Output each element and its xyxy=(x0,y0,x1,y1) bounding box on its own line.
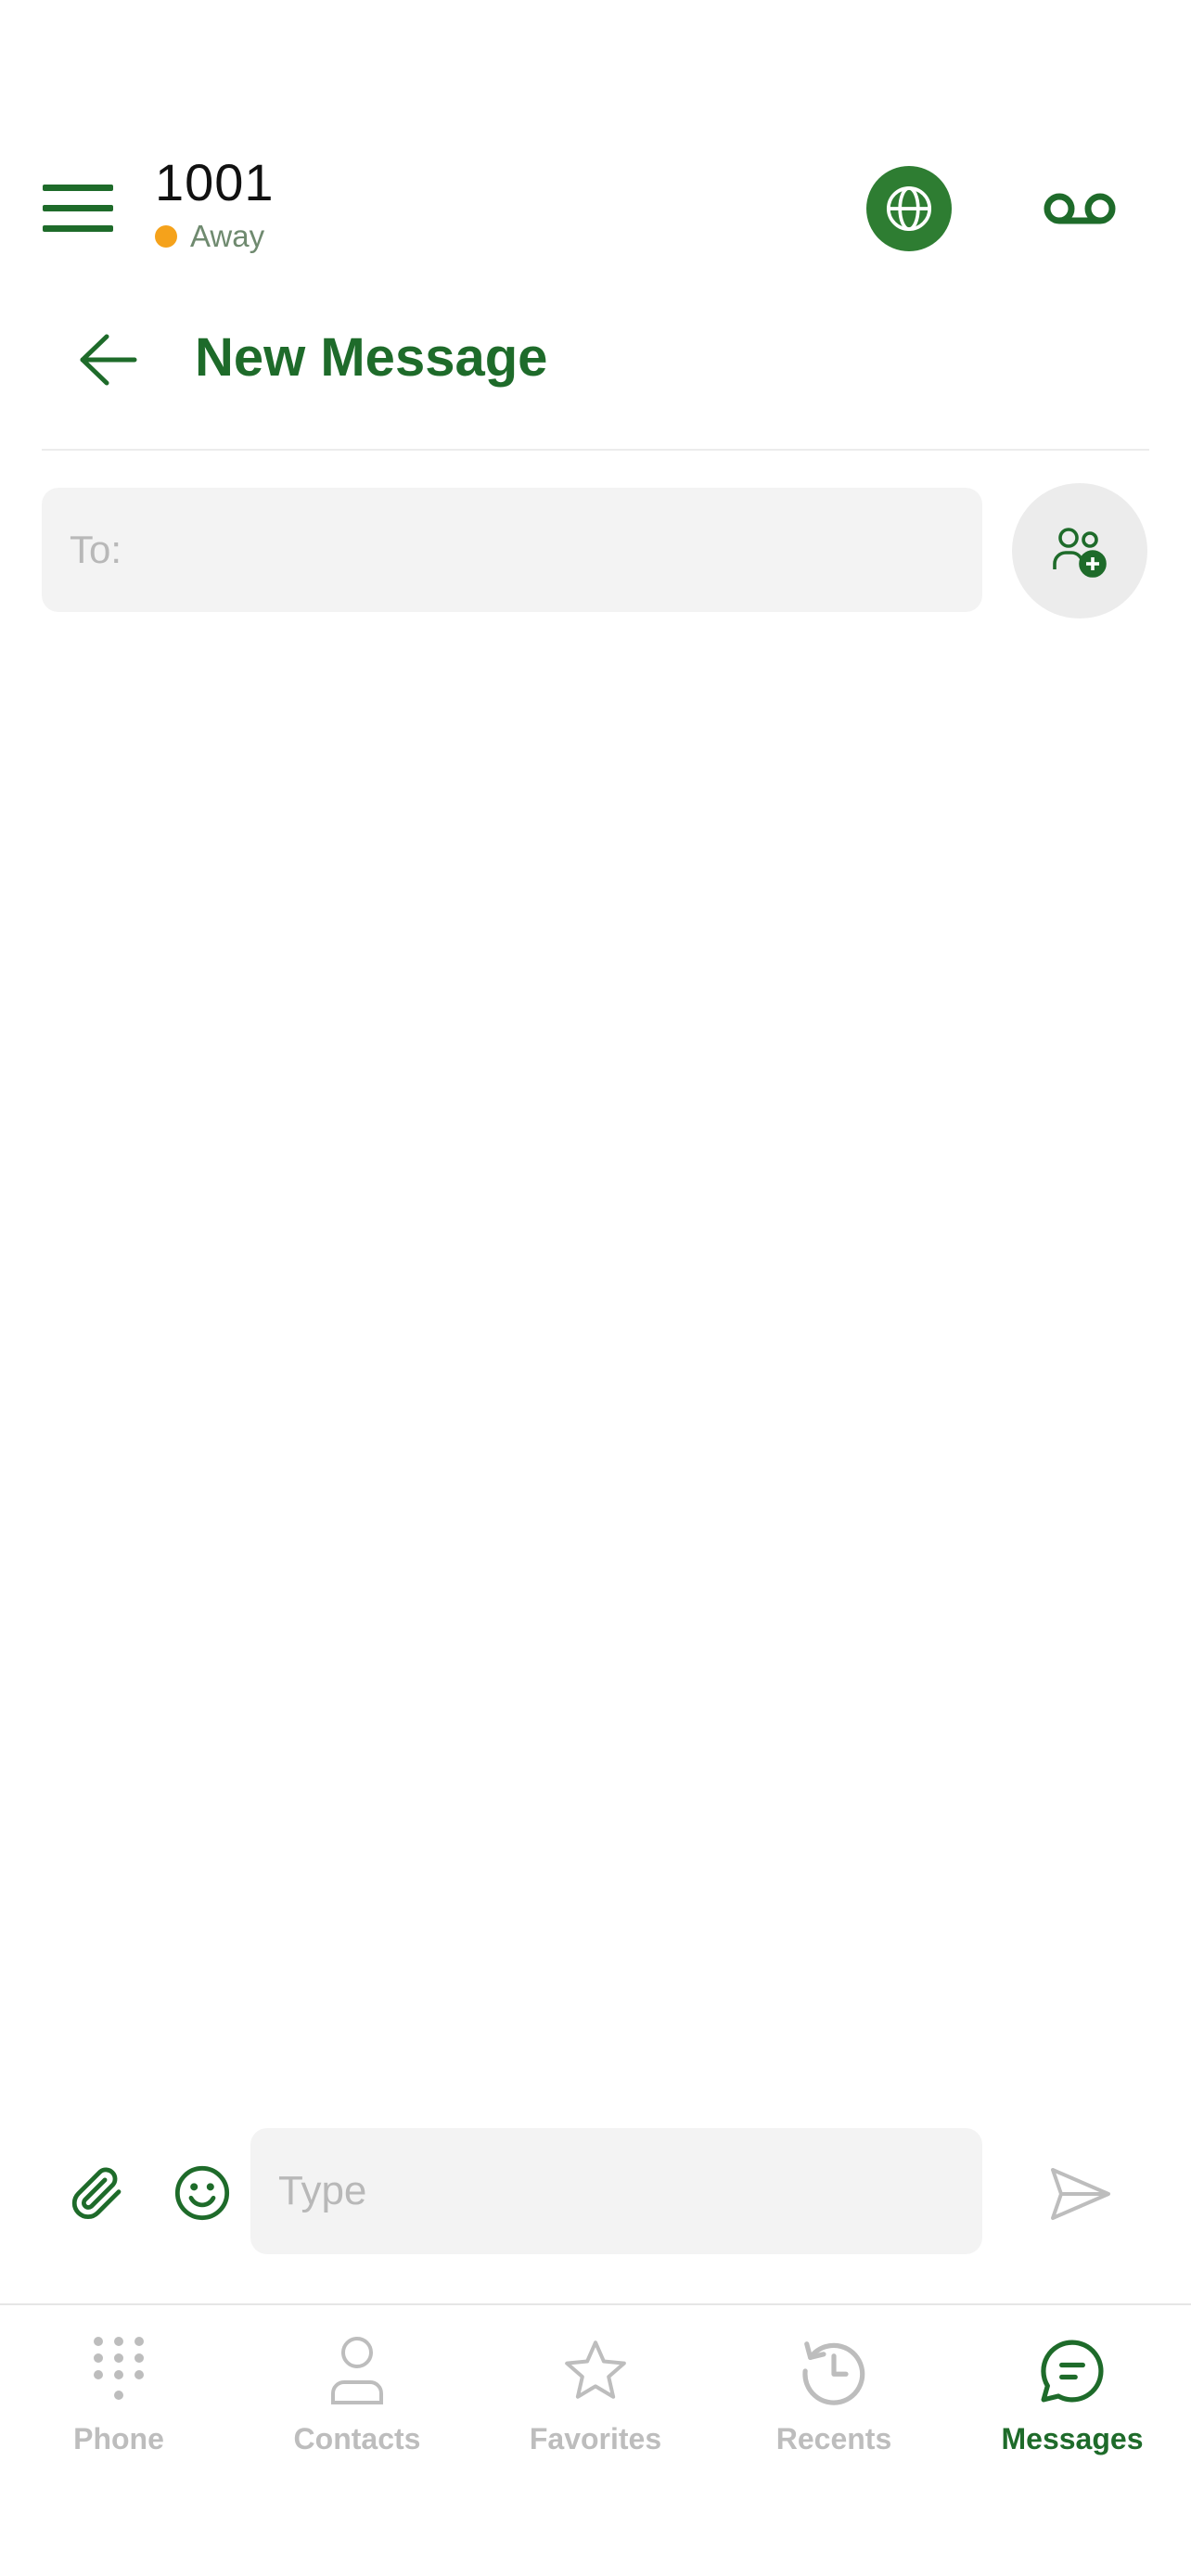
hamburger-menu-icon xyxy=(43,185,113,232)
nav-item-messages[interactable]: Messages xyxy=(970,2329,1174,2468)
send-button[interactable] xyxy=(1039,2152,1122,2236)
title-bar: New Message xyxy=(0,306,1191,408)
nav-label: Recents xyxy=(775,2422,892,2455)
status-label: Away xyxy=(190,219,265,253)
nav-item-phone[interactable]: Phone xyxy=(17,2329,221,2468)
emoji-button[interactable] xyxy=(163,2154,241,2232)
smiley-icon xyxy=(174,2165,230,2221)
message-composer xyxy=(0,2128,1191,2254)
back-button[interactable] xyxy=(67,323,150,397)
app-header: 1001 Away xyxy=(0,139,1191,278)
bottom-navigation: Phone Contacts Favorites Recents Message… xyxy=(0,2303,1191,2576)
recipient-input[interactable] xyxy=(42,488,982,612)
menu-button[interactable] xyxy=(37,176,119,241)
nav-label: Favorites xyxy=(529,2422,662,2455)
globe-icon xyxy=(886,185,932,232)
nav-item-contacts[interactable]: Contacts xyxy=(255,2329,459,2468)
message-input[interactable] xyxy=(250,2128,982,2254)
send-icon xyxy=(1051,2168,1110,2220)
nav-item-recents[interactable]: Recents xyxy=(732,2329,936,2468)
nav-item-favorites[interactable]: Favorites xyxy=(493,2329,698,2468)
presence-status[interactable]: Away xyxy=(155,219,264,254)
status-dot xyxy=(155,225,177,248)
page-title: New Message xyxy=(195,327,548,388)
arrow-left-icon xyxy=(80,334,137,386)
add-contact-icon xyxy=(1053,528,1107,578)
nav-label: Phone xyxy=(73,2422,164,2455)
star-icon xyxy=(554,2329,637,2413)
paperclip-icon xyxy=(71,2167,122,2220)
nav-label: Contacts xyxy=(293,2422,421,2455)
person-icon xyxy=(315,2329,399,2413)
dialpad-icon xyxy=(77,2329,160,2413)
history-icon xyxy=(792,2329,876,2413)
voicemail-icon xyxy=(1044,193,1116,224)
divider xyxy=(42,449,1149,451)
add-recipient-button[interactable] xyxy=(1012,483,1147,618)
extension-number: 1001 xyxy=(155,153,275,211)
attach-button[interactable] xyxy=(58,2154,135,2232)
globe-button[interactable] xyxy=(866,166,952,251)
nav-label: Messages xyxy=(1001,2422,1144,2455)
chat-bubble-icon xyxy=(1031,2329,1114,2413)
voicemail-button[interactable] xyxy=(1033,172,1126,246)
